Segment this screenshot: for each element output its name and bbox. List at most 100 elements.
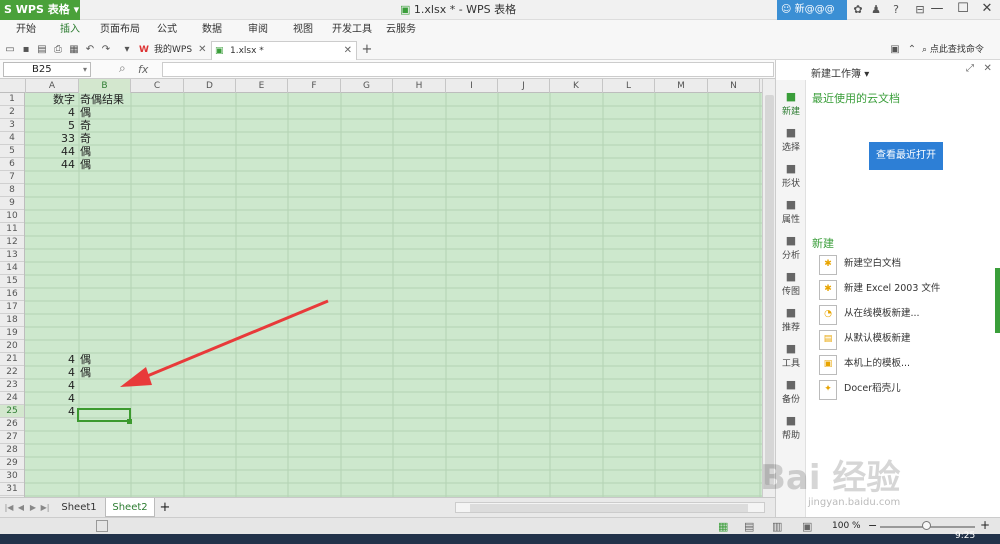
split-view-icon[interactable]: ▥ [772, 520, 782, 533]
cell-b1[interactable]: 奇偶结果 [78, 93, 130, 106]
save-icon[interactable]: ▪ [19, 43, 33, 57]
new-item[interactable]: ▣ 本机上的模板... [819, 355, 910, 377]
print-preview-icon[interactable]: ▦ [67, 43, 81, 57]
vertical-scrollbar[interactable] [762, 79, 775, 497]
page-break-view-icon[interactable]: ▤ [744, 520, 754, 533]
fill-handle[interactable] [127, 419, 132, 424]
new-item[interactable]: ◔ 从在线模板新建... [819, 305, 920, 327]
close-icon[interactable]: ✕ [195, 44, 206, 55]
add-sheet-button[interactable]: + [158, 498, 172, 517]
new-item[interactable]: ▤ 从默认模板新建 [819, 330, 911, 352]
pane-nav-item[interactable]: ■ 选择 [776, 126, 806, 162]
doc-tab-file[interactable]: ▣ 1.xlsx * ✕ [211, 41, 357, 60]
close-icon[interactable]: ✕ [984, 63, 992, 74]
cell-b6[interactable]: 偶 [78, 158, 130, 171]
pane-nav-item[interactable]: ■ 新建 [776, 90, 806, 126]
tab-developer[interactable]: 开发工具 [332, 20, 372, 40]
sheet-tab-sheet2[interactable]: Sheet2 [105, 498, 155, 517]
tab-data[interactable]: 数据 [202, 20, 222, 40]
new-item[interactable]: ✱ 新建空白文档 [819, 255, 901, 277]
doc-switch-icon[interactable]: ▣ [888, 43, 902, 57]
pane-nav-item[interactable]: ■ 形状 [776, 162, 806, 198]
cell-a24[interactable]: 4 [25, 392, 77, 405]
next-sheet-icon[interactable]: ▶ [28, 502, 38, 514]
insert-function-button[interactable]: fx [138, 60, 154, 79]
formula-input[interactable] [162, 62, 774, 77]
prev-sheet-icon[interactable]: ◀ [16, 502, 26, 514]
cell-a23[interactable]: 4 [25, 379, 77, 392]
cell-a25[interactable]: 4 [25, 405, 77, 418]
selected-cell[interactable] [77, 408, 131, 422]
name-box[interactable]: B25 ▾ [3, 62, 91, 77]
tab-formula[interactable]: 公式 [157, 20, 177, 40]
customize-dropdown-icon[interactable]: ▾ [120, 43, 134, 57]
window-minimize-button[interactable]: — [924, 0, 950, 20]
user-account[interactable]: ☺ 新@@@ [777, 0, 847, 20]
window-close-button[interactable]: ✕ [974, 0, 1000, 20]
zoom-out-icon[interactable]: − [868, 519, 877, 532]
pane-nav-item[interactable]: ■ 分析 [776, 234, 806, 270]
view-recent-button[interactable]: 查看最近打开 [869, 142, 943, 170]
doc-tab-my-wps[interactable]: W 我的WPS ✕ [136, 41, 211, 60]
pane-title[interactable]: 新建工作簿 ▾ [811, 65, 869, 80]
cell-a2[interactable]: 4 [25, 106, 77, 119]
sheet-tab-sheet1[interactable]: Sheet1 [53, 498, 105, 517]
scrollbar-thumb[interactable] [470, 504, 748, 512]
normal-view-icon[interactable]: ▦ [718, 520, 728, 533]
tab-review[interactable]: 审阅 [248, 20, 268, 40]
command-search[interactable]: ⌕ 点此查找命令 [922, 42, 1000, 58]
pane-nav-item[interactable]: ■ 帮助 [776, 414, 806, 450]
export-pdf-icon[interactable]: ▤ [35, 43, 49, 57]
first-sheet-icon[interactable]: |◀ [4, 502, 14, 514]
last-sheet-icon[interactable]: ▶| [40, 502, 50, 514]
minimize-ribbon-icon[interactable]: ⌃ [905, 43, 919, 57]
undo-icon[interactable]: ↶ [83, 43, 97, 57]
spreadsheet-grid[interactable]: ABCDEFGHIJKLMN 1 2 3 4 5 6 7 8 9 10 11 12 13 14 15 16 17… [0, 79, 762, 497]
pane-collapse-handle[interactable] [995, 268, 1000, 333]
zoom-slider-handle[interactable] [922, 521, 931, 530]
tab-home[interactable]: 开始 [16, 20, 36, 40]
tab-view[interactable]: 视图 [293, 20, 313, 40]
redo-icon[interactable]: ↷ [99, 43, 113, 57]
macro-icon[interactable] [96, 520, 108, 532]
tab-page-layout[interactable]: 页面布局 [100, 20, 140, 40]
pane-nav-item[interactable]: ■ 传图 [776, 270, 806, 306]
skin-icon[interactable]: ✿ [850, 2, 866, 18]
cell-a6[interactable]: 44 [25, 158, 77, 171]
cell-a3[interactable]: 5 [25, 119, 77, 132]
pane-nav-item[interactable]: ■ 属性 [776, 198, 806, 234]
pane-nav-item[interactable]: ■ 备份 [776, 378, 806, 414]
cell-b3[interactable]: 奇 [78, 119, 130, 132]
app-menu-button[interactable]: S WPS 表格 ▾ [0, 0, 80, 20]
pane-nav-item[interactable]: ■ 工具 [776, 342, 806, 378]
search-icon[interactable]: ⌕ [119, 61, 126, 76]
print-icon[interactable]: ⎙ [51, 43, 65, 57]
help-menu-icon[interactable]: ? [888, 2, 904, 18]
horizontal-scrollbar[interactable] [455, 502, 765, 513]
cell-b4[interactable]: 奇 [78, 132, 130, 145]
chevron-down-icon[interactable]: ▾ [83, 63, 87, 76]
zoom-level[interactable]: 100 % [832, 518, 861, 535]
pane-nav-item[interactable]: ■ 推荐 [776, 306, 806, 342]
reading-mode-icon[interactable]: ▣ [802, 520, 812, 533]
zoom-in-icon[interactable]: + [980, 518, 990, 532]
tab-cloud[interactable]: 云服务 [386, 20, 416, 40]
cell-a5[interactable]: 44 [25, 145, 77, 158]
new-item[interactable]: ✱ 新建 Excel 2003 文件 [819, 280, 940, 302]
new-item[interactable]: ✦ Docer稻壳儿 [819, 380, 901, 402]
cell-b21[interactable]: 偶 [78, 353, 130, 366]
shirt-icon[interactable]: ♟ [868, 2, 884, 18]
cell-b5[interactable]: 偶 [78, 145, 130, 158]
window-maximize-button[interactable]: ☐ [950, 0, 976, 20]
close-icon[interactable]: ✕ [344, 42, 352, 60]
new-tab-plus-icon[interactable]: + [360, 43, 374, 57]
tab-insert[interactable]: 插入 [60, 20, 80, 40]
cell-b2[interactable]: 偶 [78, 106, 130, 119]
cell-a4[interactable]: 33 [25, 132, 77, 145]
cell-a1[interactable]: 数字 [25, 93, 77, 106]
dock-icon[interactable]: ⤢ [966, 63, 974, 74]
cell-a22[interactable]: 4 [25, 366, 77, 379]
scrollbar-thumb[interactable] [765, 95, 774, 485]
open-folder-icon[interactable]: ▭ [3, 43, 17, 57]
cell-b22[interactable]: 偶 [78, 366, 130, 379]
